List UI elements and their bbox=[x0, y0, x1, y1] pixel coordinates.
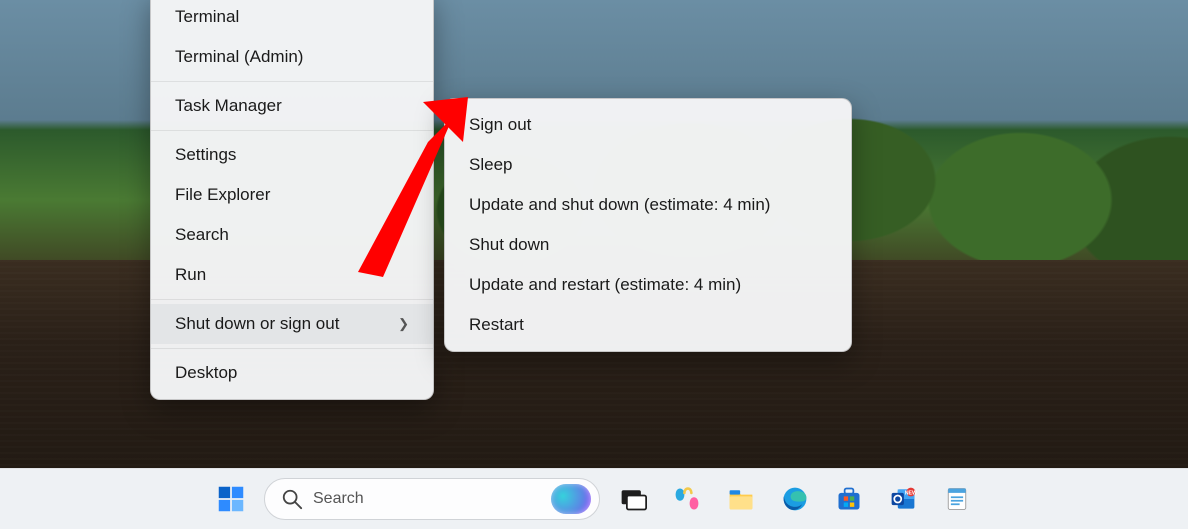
menu-item-settings[interactable]: Settings bbox=[151, 135, 433, 175]
menu-item-label: Settings bbox=[175, 145, 236, 165]
menu-separator bbox=[151, 130, 433, 131]
menu-item-label: Terminal bbox=[175, 7, 239, 27]
submenu-item-update-restart[interactable]: Update and restart (estimate: 4 min) bbox=[445, 265, 851, 305]
menu-item-label: Terminal (Admin) bbox=[175, 47, 303, 67]
svg-text:NEW: NEW bbox=[905, 491, 917, 497]
notepad-icon bbox=[943, 485, 971, 513]
menu-item-label: File Explorer bbox=[175, 185, 270, 205]
taskbar: Search bbox=[0, 468, 1188, 529]
menu-item-label: Search bbox=[175, 225, 229, 245]
outlook-button[interactable]: NEW bbox=[882, 478, 924, 520]
menu-item-run[interactable]: Run bbox=[151, 255, 433, 295]
menu-separator bbox=[151, 81, 433, 82]
microsoft-store-button[interactable] bbox=[828, 478, 870, 520]
submenu-item-update-shut-down[interactable]: Update and shut down (estimate: 4 min) bbox=[445, 185, 851, 225]
menu-item-shut-down-or-sign-out[interactable]: Shut down or sign out ❯ bbox=[151, 304, 433, 344]
outlook-icon: NEW bbox=[889, 485, 917, 513]
task-view-button[interactable] bbox=[612, 478, 654, 520]
edge-icon bbox=[781, 485, 809, 513]
notepad-button[interactable] bbox=[936, 478, 978, 520]
file-explorer-button[interactable] bbox=[720, 478, 762, 520]
submenu-item-sign-out[interactable]: Sign out bbox=[445, 105, 851, 145]
microsoft-store-icon bbox=[835, 485, 863, 513]
copilot-icon bbox=[673, 485, 701, 513]
menu-item-terminal-admin[interactable]: Terminal (Admin) bbox=[151, 37, 433, 77]
menu-item-label: Sleep bbox=[469, 155, 512, 175]
menu-item-label: Restart bbox=[469, 315, 524, 335]
copilot-button[interactable] bbox=[666, 478, 708, 520]
menu-item-desktop[interactable]: Desktop bbox=[151, 353, 433, 393]
menu-item-label: Update and restart (estimate: 4 min) bbox=[469, 275, 741, 295]
menu-separator bbox=[151, 348, 433, 349]
menu-item-label: Task Manager bbox=[175, 96, 282, 116]
menu-separator bbox=[151, 299, 433, 300]
menu-item-label: Shut down or sign out bbox=[175, 314, 339, 334]
menu-item-search[interactable]: Search bbox=[151, 215, 433, 255]
power-submenu: Sign out Sleep Update and shut down (est… bbox=[444, 98, 852, 352]
menu-item-label: Update and shut down (estimate: 4 min) bbox=[469, 195, 770, 215]
start-icon bbox=[217, 485, 245, 513]
search-placeholder: Search bbox=[313, 490, 364, 508]
menu-item-label: Sign out bbox=[469, 115, 531, 135]
submenu-item-sleep[interactable]: Sleep bbox=[445, 145, 851, 185]
edge-button[interactable] bbox=[774, 478, 816, 520]
winx-context-menu: Terminal Terminal (Admin) Task Manager S… bbox=[150, 0, 434, 400]
task-view-icon bbox=[619, 485, 647, 513]
taskbar-search[interactable]: Search bbox=[264, 478, 600, 520]
search-icon bbox=[281, 488, 303, 510]
submenu-item-restart[interactable]: Restart bbox=[445, 305, 851, 345]
menu-item-task-manager[interactable]: Task Manager bbox=[151, 86, 433, 126]
file-explorer-icon bbox=[727, 485, 755, 513]
menu-item-label: Desktop bbox=[175, 363, 237, 383]
menu-item-file-explorer[interactable]: File Explorer bbox=[151, 175, 433, 215]
menu-item-label: Shut down bbox=[469, 235, 549, 255]
start-button[interactable] bbox=[210, 478, 252, 520]
menu-item-label: Run bbox=[175, 265, 206, 285]
search-highlight-icon bbox=[551, 484, 591, 514]
menu-item-terminal[interactable]: Terminal bbox=[151, 0, 433, 37]
submenu-item-shut-down[interactable]: Shut down bbox=[445, 225, 851, 265]
chevron-right-icon: ❯ bbox=[398, 316, 409, 332]
